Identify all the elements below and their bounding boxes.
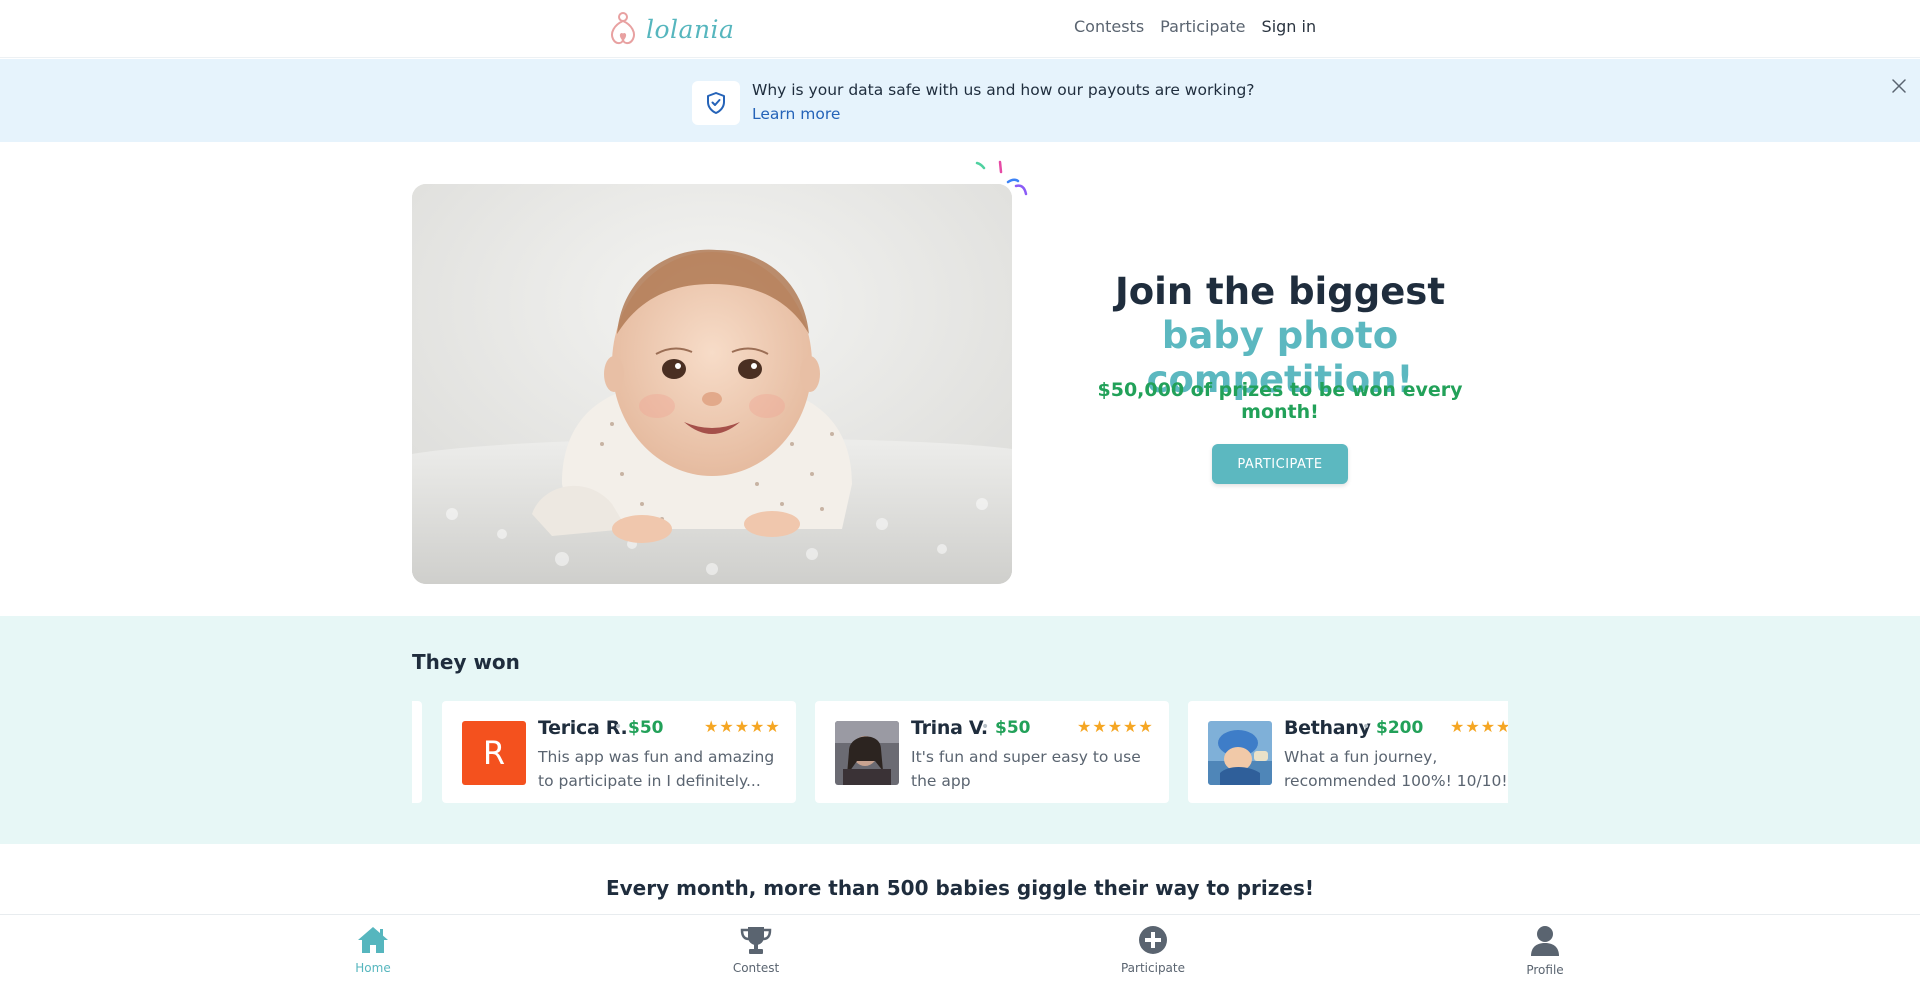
lolania-logo-icon <box>611 12 635 45</box>
banner-close-button[interactable] <box>1888 75 1910 97</box>
info-banner: Why is your data safe with us and how ou… <box>0 59 1920 142</box>
close-icon <box>1892 79 1906 93</box>
home-icon <box>358 927 388 953</box>
bottom-nav-home[interactable]: Home <box>323 925 423 975</box>
banner-message: Why is your data safe with us and how ou… <box>752 81 1255 99</box>
bottom-nav-label: Home <box>355 961 391 975</box>
nav-participate[interactable]: Participate <box>1160 17 1245 36</box>
winner-card[interactable]: R Terica R. • $50 ★★★★★ This app was fun… <box>442 701 796 803</box>
winners-section: They won R Terica R. • $50 ★★★★★ This ap… <box>0 616 1920 844</box>
avatar-photo <box>835 721 899 785</box>
hero-title-main: Join the biggest <box>1114 270 1446 313</box>
avatar: R <box>462 721 526 785</box>
rating-stars: ★★★★★ <box>1077 717 1154 736</box>
rating-stars: ★★★★★ <box>704 717 781 736</box>
main-nav: Contests Participate Sign in <box>1074 17 1316 36</box>
winner-review: It's fun and super easy to use the app <box>911 748 1141 790</box>
winner-card-partial[interactable] <box>412 701 422 803</box>
bottom-nav-participate[interactable]: Participate <box>1103 925 1203 975</box>
bottom-navigation: Home Contest Participate Profile <box>0 914 1920 993</box>
bottom-nav-label: Contest <box>732 961 780 975</box>
rating-stars: ★★★★★ <box>1450 717 1508 736</box>
trophy-icon <box>740 927 772 954</box>
nav-contests[interactable]: Contests <box>1074 17 1144 36</box>
logo-link[interactable]: lolania <box>608 11 734 47</box>
winner-review: This app was fun and amazing to particip… <box>538 748 775 790</box>
winner-amount: $50 <box>995 718 1031 738</box>
learn-more-link[interactable]: Learn more <box>752 102 840 126</box>
bottom-nav-contest[interactable]: Contest <box>706 925 806 975</box>
separator-dot: • <box>614 719 623 735</box>
winner-name: Trina V. <box>911 717 988 739</box>
tagline: Every month, more than 500 babies giggle… <box>605 876 1315 900</box>
winner-amount: $200 <box>1376 718 1424 738</box>
winner-card[interactable]: Trina V. • $50 ★★★★★ It's fun and super … <box>815 701 1169 803</box>
plus-circle-icon <box>1139 926 1167 954</box>
avatar-photo <box>1208 721 1272 785</box>
prize-amount: $50,000 <box>1097 379 1185 401</box>
participate-button[interactable]: PARTICIPATE <box>1212 444 1348 484</box>
user-icon <box>1531 926 1559 956</box>
winner-amount: $50 <box>628 718 664 738</box>
bottom-nav-profile[interactable]: Profile <box>1495 925 1595 977</box>
hero-baby-photo <box>412 184 1012 584</box>
avatar-letter: R <box>482 734 506 772</box>
winner-card[interactable]: Bethany • $200 ★★★★★ What a fun journey,… <box>1188 701 1508 803</box>
bottom-nav-label: Profile <box>1526 963 1564 977</box>
logo-text: lolania <box>646 14 735 44</box>
shield-icon-box <box>692 81 740 125</box>
winner-review: What a fun journey, recommended 100%! 10… <box>1284 748 1508 790</box>
winner-name: Bethany <box>1284 717 1371 739</box>
baby-illustration <box>412 184 1012 584</box>
top-header: lolania Contests Participate Sign in <box>0 0 1920 58</box>
separator-dot: • <box>1362 719 1371 735</box>
winners-title: They won <box>412 650 520 674</box>
hero-prize-line: $50,000 of prizes to be won every month! <box>1080 379 1480 423</box>
separator-dot: • <box>981 719 990 735</box>
nav-sign-in[interactable]: Sign in <box>1262 17 1317 36</box>
shield-check-icon <box>707 92 725 114</box>
prize-text: of prizes to be won every month! <box>1184 379 1463 423</box>
winners-carousel[interactable]: R Terica R. • $50 ★★★★★ This app was fun… <box>412 701 1508 803</box>
confetti-decoration <box>975 160 1028 196</box>
bottom-nav-label: Participate <box>1120 961 1185 975</box>
avatar <box>1208 721 1272 785</box>
avatar <box>835 721 899 785</box>
